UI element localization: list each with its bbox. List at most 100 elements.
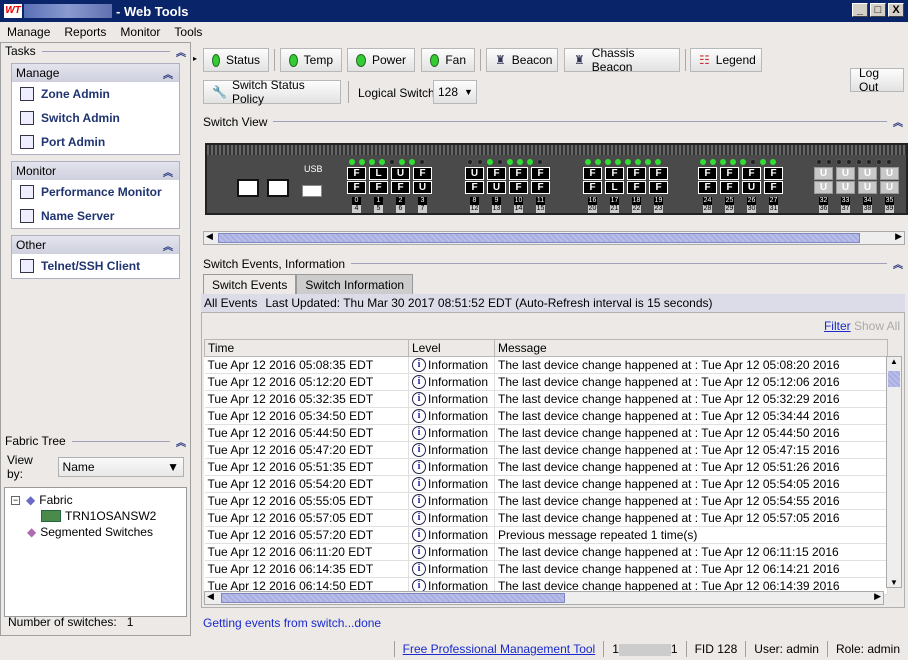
port-15[interactable]: F — [531, 181, 550, 194]
collapse-events-icon[interactable]: ︽ — [893, 256, 903, 271]
mgmt-port-1[interactable] — [237, 179, 259, 197]
status-button[interactable]: Status — [203, 48, 269, 72]
port-27[interactable]: F — [764, 167, 783, 180]
port-29[interactable]: F — [720, 181, 739, 194]
scroll-down-icon[interactable]: ▼ — [890, 578, 898, 587]
port-36[interactable]: U — [814, 181, 833, 194]
logout-button[interactable]: Log Out — [850, 66, 904, 94]
tree-node-fabric[interactable]: − ◆ Fabric — [11, 492, 180, 508]
collapse-fabric-tree-icon[interactable]: ︽ — [176, 434, 186, 449]
port-25[interactable]: F — [720, 167, 739, 180]
close-button[interactable]: X — [888, 3, 904, 17]
port-34[interactable]: U — [858, 167, 877, 180]
port-11[interactable]: F — [531, 167, 550, 180]
tab-switch-information[interactable]: Switch Information — [296, 274, 414, 294]
event-row[interactable]: Tue Apr 12 2016 06:11:20 EDT i Information… — [204, 543, 888, 561]
filter-link[interactable]: Filter — [824, 319, 851, 333]
switch-view-scrollbar[interactable]: ◀ ▶ — [203, 231, 905, 245]
vscroll-thumb[interactable] — [888, 371, 900, 387]
port-16[interactable]: F — [583, 167, 602, 180]
event-row[interactable]: Tue Apr 12 2016 05:12:20 EDT i Information… — [204, 373, 888, 391]
port-22[interactable]: F — [627, 181, 646, 194]
port-2[interactable]: U — [391, 167, 410, 180]
switch-status-policy-button[interactable]: 🔧 Switch Status Policy — [203, 78, 341, 106]
port-19[interactable]: F — [649, 167, 668, 180]
menu-tools[interactable]: Tools — [174, 25, 202, 39]
free-management-tool-link[interactable]: Free Professional Management Tool — [403, 642, 596, 656]
port-32[interactable]: U — [814, 167, 833, 180]
event-row[interactable]: Tue Apr 12 2016 05:57:05 EDT i Information… — [204, 509, 888, 527]
task-zone-admin[interactable]: Zone Admin — [12, 82, 179, 106]
scroll-thumb[interactable] — [218, 233, 860, 243]
port-5[interactable]: F — [369, 181, 388, 194]
port-35[interactable]: U — [880, 167, 899, 180]
tab-switch-events[interactable]: Switch Events — [203, 274, 297, 294]
task-telnet-ssh-client[interactable]: Telnet/SSH Client — [12, 254, 179, 278]
port-10[interactable]: F — [509, 167, 528, 180]
column-time[interactable]: Time — [204, 339, 409, 357]
scroll-thumb[interactable] — [221, 593, 565, 603]
port-31[interactable]: F — [764, 181, 783, 194]
port-0[interactable]: F — [347, 167, 366, 180]
view-by-select[interactable]: Name ▼ — [57, 457, 184, 477]
event-row[interactable]: Tue Apr 12 2016 05:08:35 EDT i Information… — [204, 356, 888, 374]
task-performance-monitor[interactable]: Performance Monitor — [12, 180, 179, 204]
event-row[interactable]: Tue Apr 12 2016 05:57:20 EDT i Information… — [204, 526, 888, 544]
expand-left-icon[interactable]: ▸ — [193, 54, 197, 63]
port-23[interactable]: F — [649, 181, 668, 194]
scroll-left-icon[interactable]: ◀ — [206, 231, 213, 242]
port-17[interactable]: F — [605, 167, 624, 180]
port-7[interactable]: U — [413, 181, 432, 194]
collapse-node-icon[interactable]: − — [11, 495, 20, 505]
event-row[interactable]: Tue Apr 12 2016 05:51:35 EDT i Information… — [204, 458, 888, 476]
port-14[interactable]: F — [509, 181, 528, 194]
events-vertical-scrollbar[interactable]: ▲ ▼ — [886, 356, 902, 588]
maximize-button[interactable]: □ — [870, 3, 886, 17]
port-18[interactable]: F — [627, 167, 646, 180]
collapse-group-icon[interactable]: ︽ — [163, 238, 173, 253]
tree-node-segmented[interactable]: ◆ Segmented Switches — [11, 524, 180, 540]
port-21[interactable]: L — [605, 181, 624, 194]
legend-button[interactable]: ☷ Legend — [690, 48, 762, 72]
port-24[interactable]: F — [698, 167, 717, 180]
task-switch-admin[interactable]: Switch Admin — [12, 106, 179, 130]
collapse-group-icon[interactable]: ︽ — [163, 66, 173, 81]
chassis-beacon-button[interactable]: ♜ Chassis Beacon — [564, 46, 680, 74]
collapse-switch-view-icon[interactable]: ︽ — [893, 114, 903, 129]
port-30[interactable]: U — [742, 181, 761, 194]
column-level[interactable]: Level — [408, 339, 495, 357]
power-button[interactable]: Power — [347, 48, 415, 72]
port-37[interactable]: U — [836, 181, 855, 194]
port-9[interactable]: F — [487, 167, 506, 180]
port-4[interactable]: F — [347, 181, 366, 194]
port-26[interactable]: F — [742, 167, 761, 180]
mgmt-port-2[interactable] — [267, 179, 289, 197]
temp-button[interactable]: Temp — [280, 48, 342, 72]
scroll-up-icon[interactable]: ▲ — [890, 357, 898, 366]
beacon-button[interactable]: ♜ Beacon — [486, 48, 558, 72]
task-port-admin[interactable]: Port Admin — [12, 130, 179, 154]
port-28[interactable]: F — [698, 181, 717, 194]
port-39[interactable]: U — [880, 181, 899, 194]
task-name-server[interactable]: Name Server — [12, 204, 179, 228]
event-row[interactable]: Tue Apr 12 2016 05:55:05 EDT i Information… — [204, 492, 888, 510]
event-row[interactable]: Tue Apr 12 2016 05:54:20 EDT i Information… — [204, 475, 888, 493]
port-1[interactable]: L — [369, 167, 388, 180]
scroll-right-icon[interactable]: ▶ — [874, 591, 881, 602]
events-horizontal-scrollbar[interactable]: ◀ ▶ — [204, 591, 884, 605]
port-8[interactable]: U — [465, 167, 484, 180]
event-row[interactable]: Tue Apr 12 2016 05:44:50 EDT i Information… — [204, 424, 888, 442]
menu-reports[interactable]: Reports — [64, 25, 106, 39]
logical-switch-select[interactable]: 128 ▼ — [433, 80, 477, 104]
scroll-right-icon[interactable]: ▶ — [895, 231, 902, 242]
tree-node-switch[interactable]: TRN1OSANSW2 — [11, 508, 180, 524]
port-20[interactable]: F — [583, 181, 602, 194]
port-13[interactable]: U — [487, 181, 506, 194]
port-3[interactable]: F — [413, 167, 432, 180]
port-6[interactable]: F — [391, 181, 410, 194]
column-message[interactable]: Message — [494, 339, 888, 357]
scroll-left-icon[interactable]: ◀ — [207, 591, 214, 602]
event-row[interactable]: Tue Apr 12 2016 06:14:35 EDT i Information… — [204, 560, 888, 578]
port-12[interactable]: F — [465, 181, 484, 194]
usb-port[interactable] — [302, 185, 322, 197]
